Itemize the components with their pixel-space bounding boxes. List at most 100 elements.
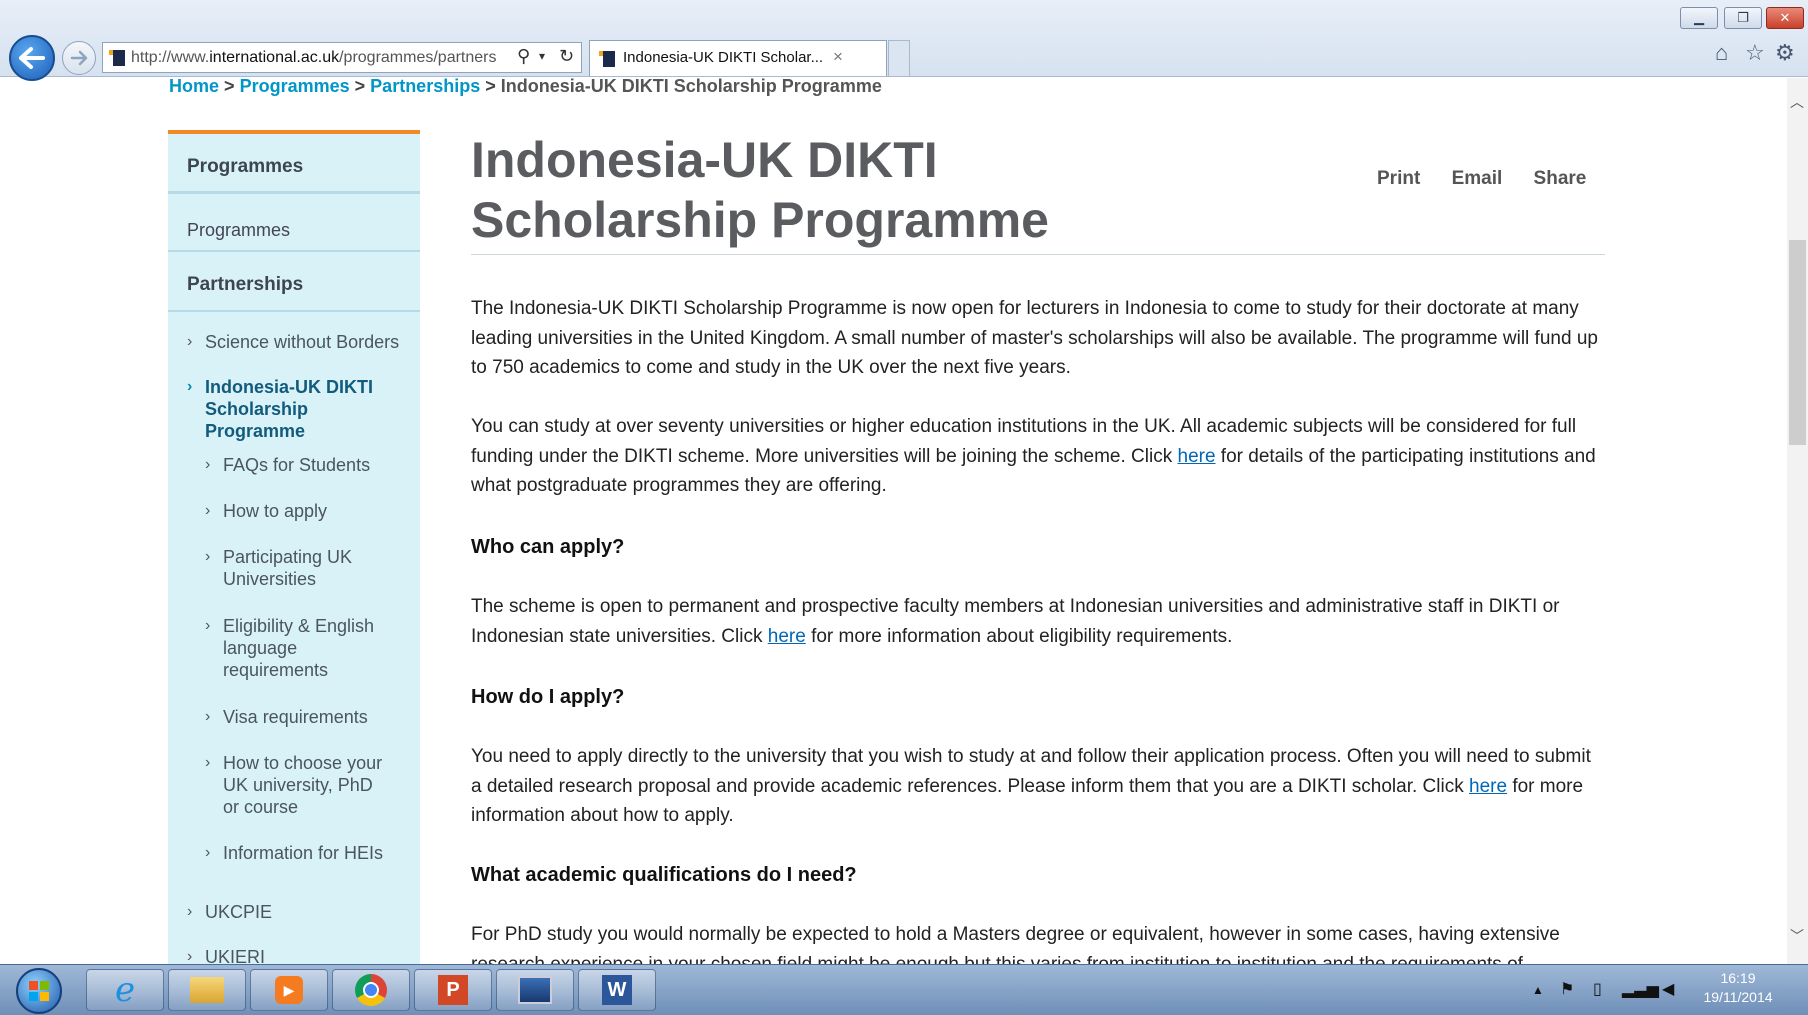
restore-icon: ❐: [1737, 10, 1749, 25]
sidebar-item-label: How to choose your UK university, PhD or…: [223, 753, 383, 817]
back-button[interactable]: [9, 35, 55, 81]
sidebar-item-programmes[interactable]: Programmes: [168, 194, 420, 252]
remote-desktop-icon: [518, 976, 552, 1004]
sidebar-item-participating-universities[interactable]: › Participating UK Universities: [205, 546, 373, 590]
sidebar-item-label: How to apply: [223, 501, 328, 521]
chevron-right-icon: ›: [205, 617, 211, 634]
sidebar-section-partnerships[interactable]: Partnerships: [168, 252, 420, 312]
word-icon: W: [602, 975, 632, 1005]
site-favicon: [109, 50, 125, 66]
paragraph-text: for more information about eligibility r…: [805, 625, 1233, 647]
close-window-button[interactable]: ✕: [1766, 7, 1804, 29]
breadcrumb-separator: >: [224, 76, 235, 96]
chevron-right-icon: ›: [187, 333, 193, 350]
start-button[interactable]: [16, 968, 62, 1014]
powerpoint-icon: P: [438, 975, 468, 1005]
qualifications-heading: What academic qualifications do I need?: [471, 864, 857, 886]
tab-favicon: [599, 51, 615, 67]
minimize-icon: ▁: [1694, 10, 1704, 25]
sidebar-item-science-without-borders[interactable]: › Science without Borders: [187, 331, 415, 353]
print-link[interactable]: Print: [1377, 168, 1420, 189]
back-icon: [19, 47, 45, 69]
close-icon: ✕: [1779, 10, 1791, 25]
taskbar-internet-explorer[interactable]: e: [86, 969, 164, 1011]
paragraph-text: You need to apply directly to the univer…: [471, 746, 1591, 797]
taskbar-chrome[interactable]: [332, 969, 410, 1011]
breadcrumb-partnerships[interactable]: Partnerships: [370, 76, 480, 96]
tray-expand-icon[interactable]: ▲: [1532, 983, 1544, 997]
breadcrumb-home[interactable]: Home: [169, 76, 219, 96]
address-bar[interactable]: http://www.international.ac.uk/programme…: [102, 42, 582, 73]
chevron-right-icon: ›: [205, 502, 211, 519]
sidebar-item-label: Participating UK Universities: [223, 547, 353, 589]
how-to-apply-link[interactable]: here: [1469, 776, 1507, 797]
sidebar-item-label: Eligibility & English language requireme…: [223, 616, 375, 680]
breadcrumb-programmes[interactable]: Programmes: [240, 76, 350, 96]
sidebar-item-visa[interactable]: › Visa requirements: [205, 706, 413, 728]
taskbar-file-explorer[interactable]: [168, 969, 246, 1011]
sidebar-item-ukieri[interactable]: › UKIERI: [187, 946, 405, 964]
taskbar-powerpoint[interactable]: P: [414, 969, 492, 1011]
tab-close-icon[interactable]: ×: [833, 47, 843, 67]
forward-button[interactable]: [62, 41, 96, 75]
sidebar-item-ukcpie[interactable]: › UKCPIE: [187, 901, 405, 923]
breadcrumb-current: Indonesia-UK DIKTI Scholarship Programme: [500, 76, 882, 96]
settings-gear-icon[interactable]: ⚙: [1775, 40, 1795, 66]
how-do-i-apply-heading: How do I apply?: [471, 686, 625, 708]
file-explorer-icon: [190, 977, 224, 1003]
refresh-icon[interactable]: ↻: [559, 46, 574, 67]
breadcrumb-separator: >: [485, 76, 496, 96]
action-center-icon[interactable]: ⚑: [1560, 979, 1574, 999]
who-can-apply-heading: Who can apply?: [471, 536, 625, 558]
chevron-right-icon: ›: [187, 903, 193, 920]
qualifications-paragraph: For PhD study you would normally be expe…: [471, 924, 1560, 964]
share-link[interactable]: Share: [1534, 168, 1587, 189]
clock-date: 19/11/2014: [1703, 989, 1773, 1005]
tab-dikti[interactable]: Indonesia-UK DIKTI Scholar... ×: [589, 40, 887, 76]
vertical-scrollbar[interactable]: [1787, 78, 1808, 964]
sidebar-item-label: Visa requirements: [223, 707, 368, 727]
taskbar-media-player[interactable]: ▶: [250, 969, 328, 1011]
institutions-paragraph: You can study at over seventy universiti…: [471, 412, 1605, 501]
scroll-down-icon[interactable]: ﹀: [1790, 926, 1804, 946]
chrome-icon: [355, 974, 387, 1006]
email-link[interactable]: Email: [1452, 168, 1503, 189]
eligibility-link[interactable]: here: [768, 626, 806, 647]
qualifications-clip: For PhD study you would normally be expe…: [471, 920, 1605, 964]
apply-paragraph: You need to apply directly to the univer…: [471, 742, 1591, 831]
sidebar-item-faqs[interactable]: › FAQs for Students: [205, 454, 413, 476]
page-actions: Print Email Share: [1377, 168, 1612, 190]
dropdown-icon[interactable]: ▾: [539, 49, 545, 63]
taskbar-word[interactable]: W: [578, 969, 656, 1011]
new-tab-button[interactable]: [888, 40, 910, 76]
system-clock[interactable]: 16:19 19/11/2014: [1690, 969, 1786, 1007]
sidebar-item-eligibility[interactable]: › Eligibility & English language require…: [205, 615, 388, 681]
restore-button[interactable]: ❐: [1724, 7, 1762, 29]
start-icon: [29, 981, 49, 1001]
network-signal-icon[interactable]: ▂▃▅: [1622, 979, 1659, 999]
minimize-button[interactable]: ▁: [1680, 7, 1718, 29]
sidebar-item-label: Science without Borders: [205, 332, 400, 352]
participating-institutions-link[interactable]: here: [1178, 446, 1216, 467]
battery-icon[interactable]: ▯: [1593, 979, 1602, 999]
taskbar-remote-desktop[interactable]: [496, 969, 574, 1011]
sidebar-nav: Programmes Programmes Partnerships › Sci…: [168, 130, 420, 964]
sidebar-item-choose-university[interactable]: › How to choose your UK university, PhD …: [205, 752, 393, 818]
sidebar-item-label: UKCPIE: [205, 902, 273, 922]
sidebar-item-label: Information for HEIs: [223, 843, 384, 863]
eligibility-paragraph: The scheme is open to permanent and pros…: [471, 592, 1605, 651]
scrollbar-thumb[interactable]: [1789, 240, 1806, 445]
scroll-up-icon[interactable]: ︿: [1790, 92, 1804, 112]
forward-icon: [70, 50, 88, 66]
search-icon[interactable]: ⚲: [517, 46, 530, 67]
sidebar-heading: Programmes: [168, 134, 420, 194]
sidebar-item-label: FAQs for Students: [223, 455, 371, 475]
sidebar-item-label: UKIERI: [205, 947, 266, 964]
home-icon[interactable]: ⌂: [1715, 40, 1728, 66]
volume-icon[interactable]: ◀: [1662, 979, 1674, 999]
sidebar-item-how-to-apply[interactable]: › How to apply: [205, 500, 413, 522]
favorites-star-icon[interactable]: ☆: [1745, 40, 1765, 66]
chevron-right-icon: ›: [205, 754, 211, 771]
sidebar-item-dikti[interactable]: › Indonesia-UK DIKTI Scholarship Program…: [187, 376, 405, 442]
sidebar-item-information-heis[interactable]: › Information for HEIs: [205, 842, 413, 864]
